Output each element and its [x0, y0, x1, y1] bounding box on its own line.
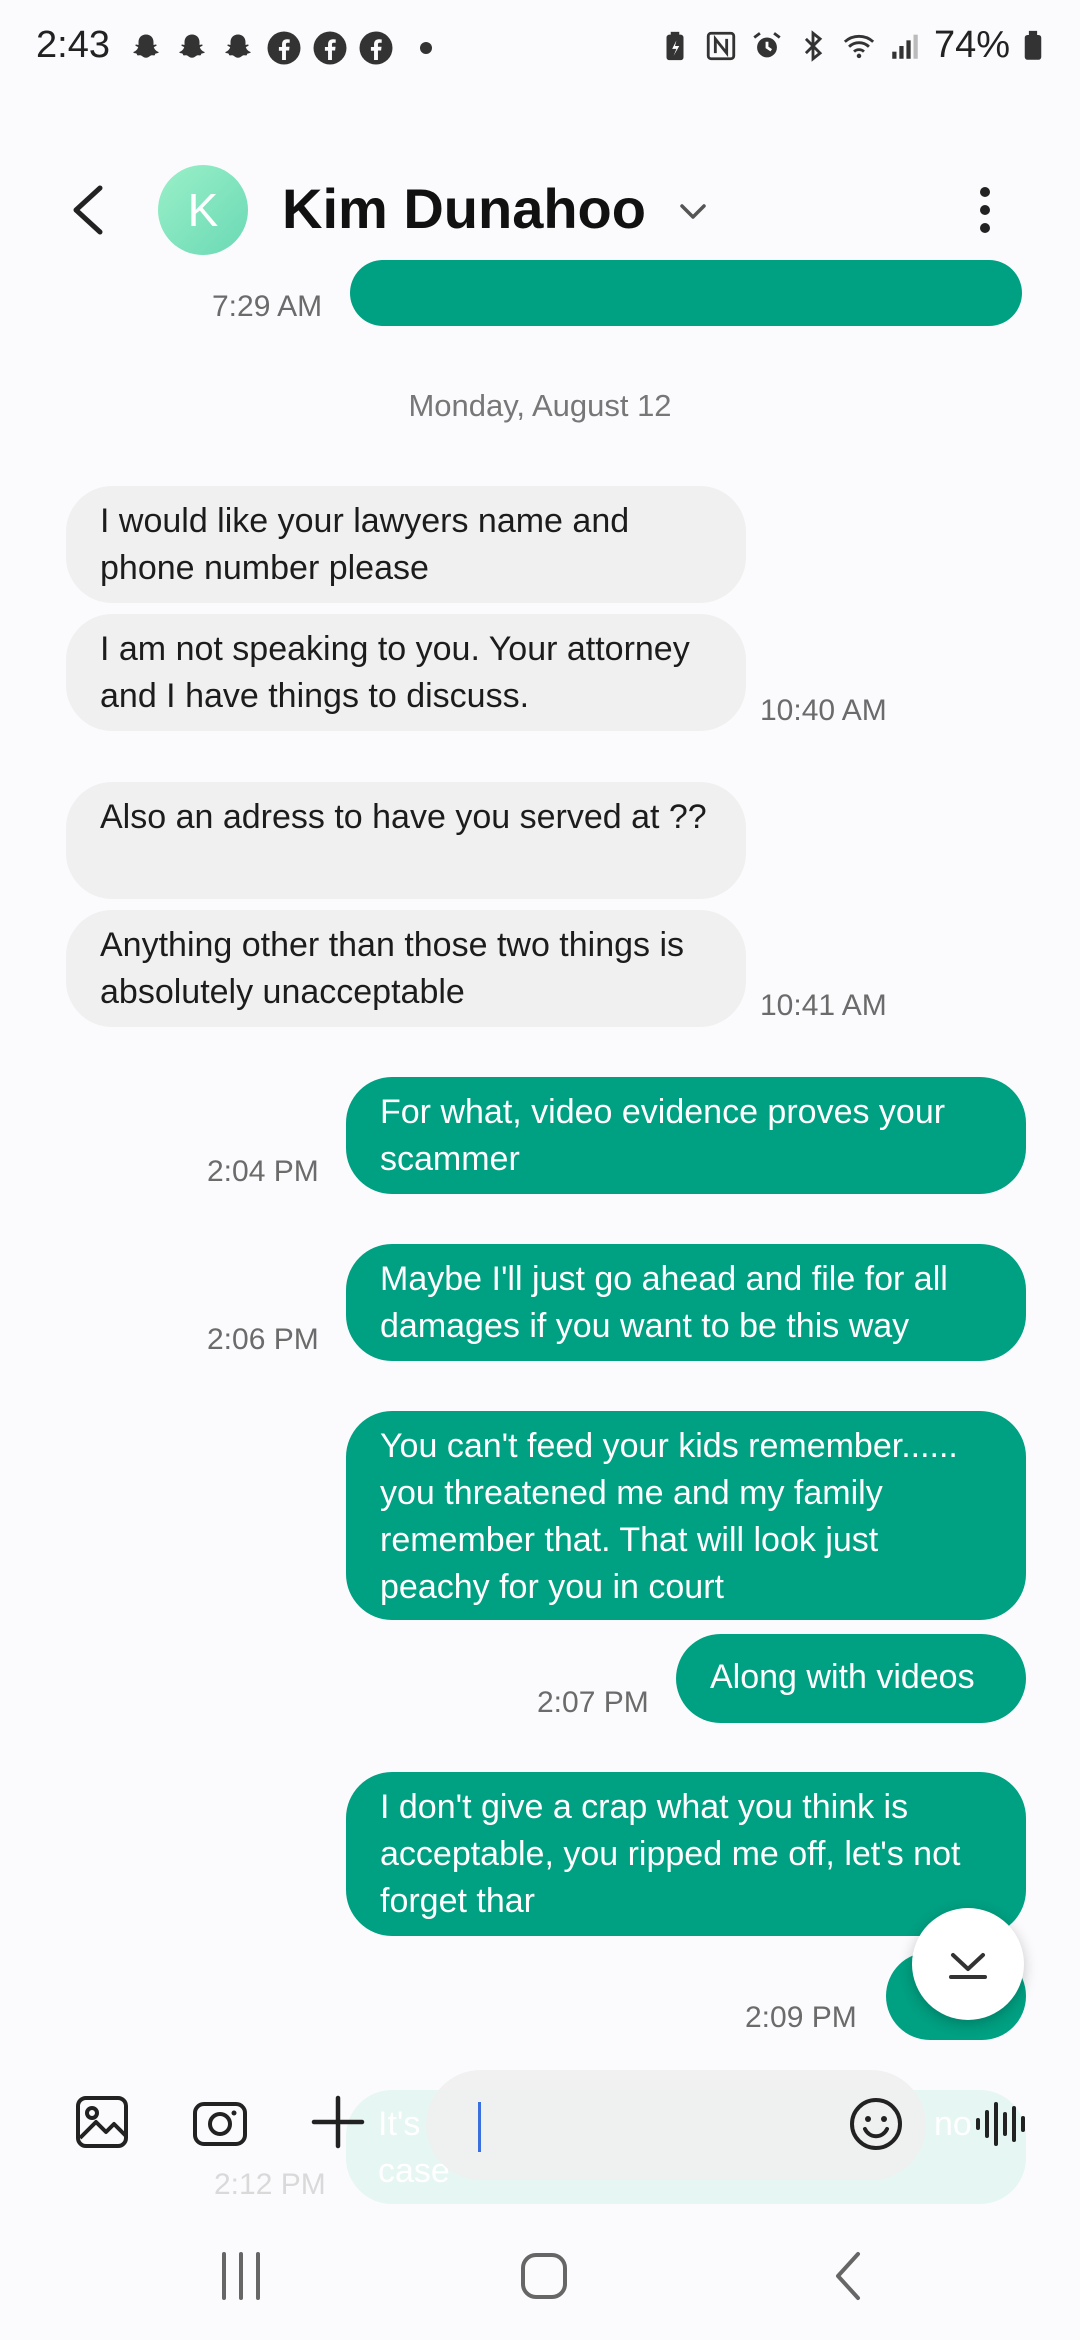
message-bubble-incoming[interactable]: I would like your lawyers name and phone… [66, 486, 746, 603]
message-timestamp: 7:29 AM [212, 290, 323, 323]
contact-name[interactable]: Kim Dunahoo [282, 176, 646, 241]
text-cursor [478, 2102, 481, 2152]
message-bubble-incoming[interactable]: Also an adress to have you served at ?? [66, 782, 746, 899]
navigation-bar [0, 2220, 1080, 2340]
plus-icon[interactable] [308, 2092, 368, 2152]
message-timestamp: 10:40 AM [760, 694, 887, 727]
camera-icon[interactable] [190, 2092, 250, 2152]
date-divider: Monday, August 12 [408, 388, 672, 423]
message-bubble-incoming[interactable]: I am not speaking to you. Your attorney … [66, 614, 746, 731]
message-timestamp: 10:41 AM [760, 989, 887, 1022]
message-timestamp: 2:09 PM [745, 2001, 857, 2034]
conversation-header: K Kim Dunahoo [0, 150, 1080, 270]
gallery-icon[interactable] [72, 2092, 132, 2152]
message-bubble-outgoing[interactable]: You can't feed your kids remember...... … [346, 1411, 1026, 1620]
scroll-down-icon [949, 1953, 987, 1979]
message-timestamp: 2:07 PM [537, 1686, 649, 1719]
recent-apps-icon[interactable] [218, 2248, 264, 2304]
message-bubble-outgoing[interactable]: Maybe I'll just go ahead and file for al… [346, 1244, 1026, 1361]
message-bubble-outgoing[interactable]: Along with videos [676, 1634, 1026, 1723]
chevron-down-icon[interactable] [676, 194, 710, 228]
more-options-icon[interactable] [970, 180, 1000, 240]
message-timestamp: 2:04 PM [207, 1155, 319, 1188]
emoji-icon[interactable] [846, 2094, 906, 2154]
back-arrow-icon[interactable] [60, 180, 120, 240]
message-timestamp: 2:06 PM [207, 1323, 319, 1356]
voice-icon[interactable] [970, 2094, 1030, 2154]
message-bubble-outgoing[interactable]: I don't give a crap what you think is ac… [346, 1772, 1026, 1936]
scroll-to-bottom-button[interactable] [912, 1908, 1024, 2020]
home-icon[interactable] [518, 2248, 570, 2304]
avatar[interactable]: K [158, 165, 248, 255]
back-nav-icon[interactable] [826, 2248, 870, 2304]
message-bubble-outgoing[interactable]: For what, video evidence proves your sca… [346, 1077, 1026, 1194]
message-bubble-incoming[interactable]: Anything other than those two things is … [66, 910, 746, 1027]
